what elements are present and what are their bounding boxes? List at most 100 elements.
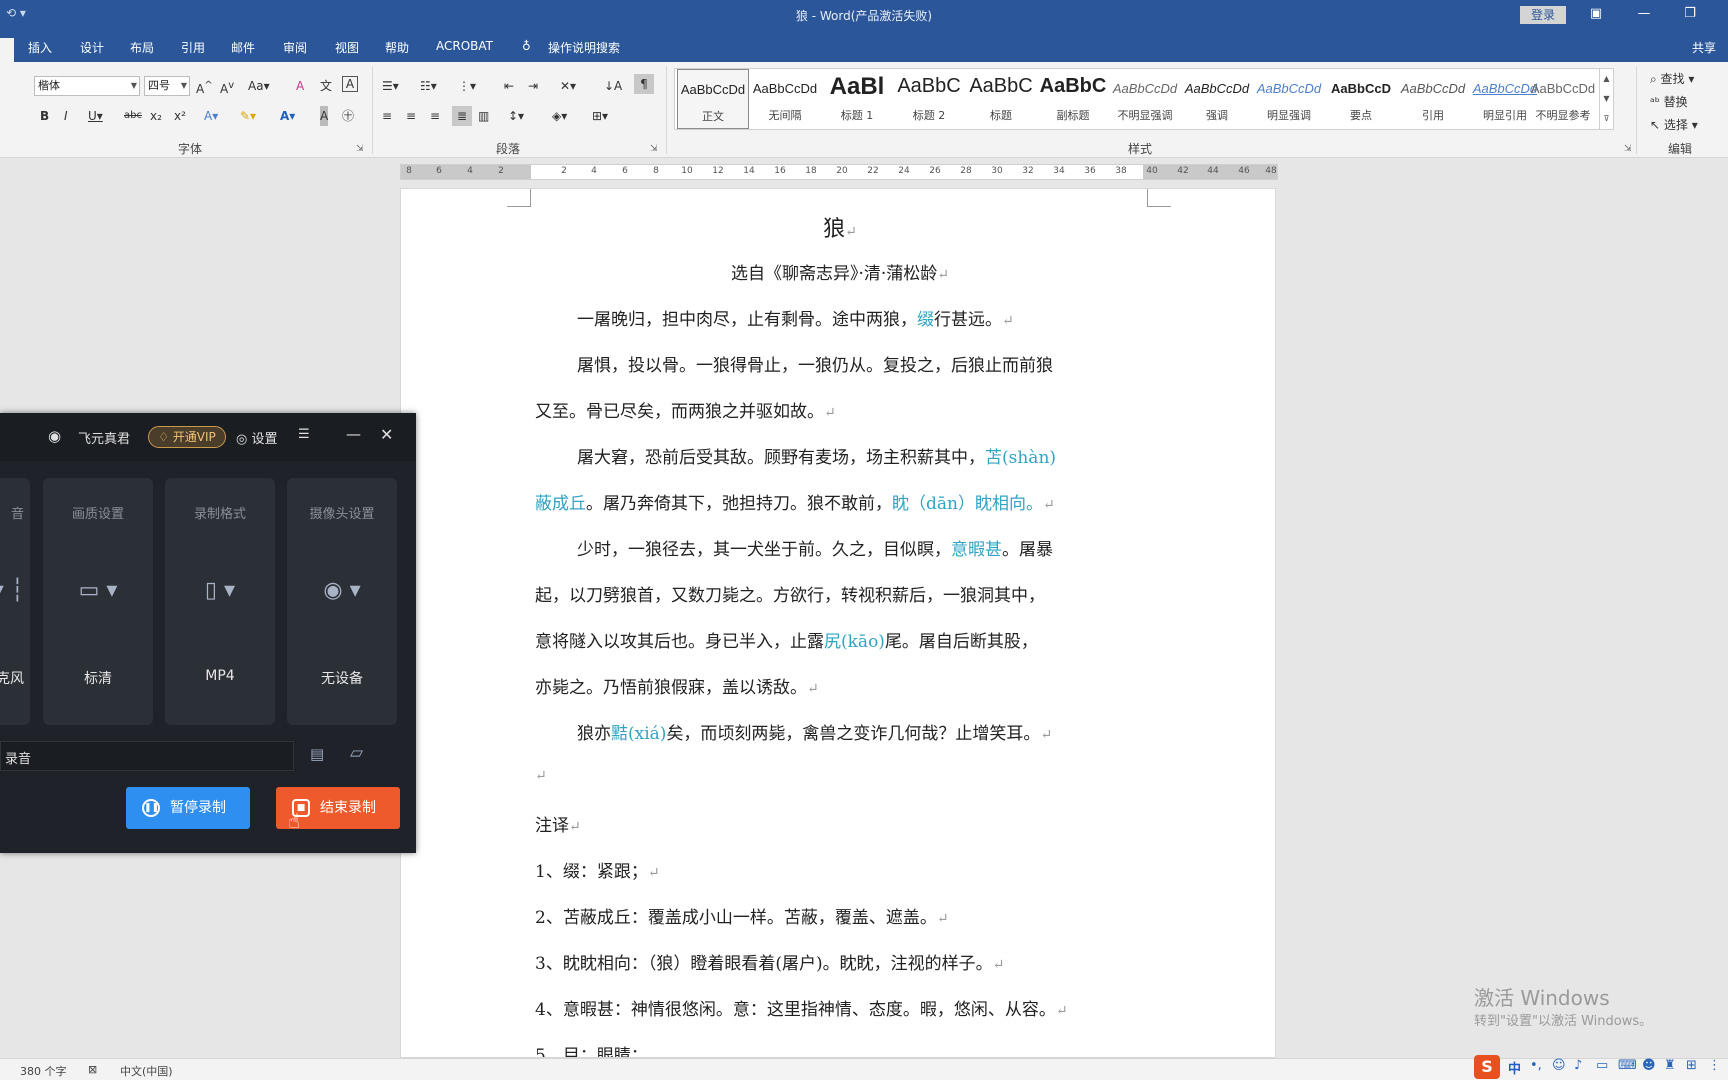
style-quote[interactable]: AaBbCcDd 引用 [1397, 69, 1469, 129]
login-button[interactable]: 登录 [1520, 6, 1566, 24]
style-no-spacing[interactable]: AaBbCcDd 无间隔 [749, 69, 821, 129]
folder-icon[interactable]: ▱ [350, 743, 363, 763]
style-title[interactable]: AaBbC 标题 [965, 69, 1037, 129]
keyboard-icon[interactable]: ⌨ [1618, 1058, 1637, 1073]
align-left-icon[interactable]: ≡ [382, 106, 392, 126]
tab-review[interactable]: 审阅 [283, 39, 307, 56]
horizontal-ruler[interactable]: 8 6 4 2 2 4 6 8 10 12 14 16 18 20 22 24 … [400, 164, 1278, 180]
highlight-icon[interactable]: ✎▾ [240, 106, 256, 126]
webcam-card[interactable]: 摄像头设置 ◉ ▾ 无设备 [287, 478, 397, 725]
select-button[interactable]: ↖ 选择 ▾ [1650, 116, 1698, 133]
font-dialog-launcher-icon[interactable]: ⇲ [356, 144, 364, 154]
sort-icon[interactable]: ↓A [604, 76, 622, 96]
quality-card[interactable]: 画质设置 ▭ ▾ 标清 [43, 478, 153, 725]
shrink-font-icon[interactable]: Av [220, 76, 234, 96]
tab-insert[interactable]: 插入 [28, 39, 52, 56]
tab-layout[interactable]: 布局 [130, 39, 154, 56]
microphone-card[interactable]: 音 ▾ ┆ 克风 [0, 478, 30, 725]
italic-button[interactable]: I [64, 106, 68, 126]
tab-design[interactable]: 设计 [80, 39, 104, 56]
font-color-icon[interactable]: A▾ [280, 106, 295, 126]
phonetic-guide-icon[interactable]: 文 [320, 76, 332, 96]
justify-icon[interactable]: ≣ [452, 106, 472, 126]
user-name[interactable]: 飞元真君 [78, 428, 130, 447]
underline-button[interactable]: U▾ [88, 106, 103, 126]
list-icon[interactable]: ▤ [310, 745, 324, 763]
maximize-button[interactable]: ❐ [1680, 6, 1700, 21]
character-border-icon[interactable]: A [342, 76, 358, 92]
bold-button[interactable]: B [40, 106, 49, 126]
find-button[interactable]: ⌕ 查找 ▾ [1650, 70, 1694, 87]
style-strong[interactable]: AaBbCcD 要点 [1325, 69, 1397, 129]
document-page[interactable]: 狼↵ 选自《聊斋志异》·清·蒲松龄↵ 一屠晚归，担中肉尽，止有剩骨。途中两狼，缀… [400, 188, 1276, 1058]
align-center-icon[interactable]: ≡ [406, 106, 416, 126]
replace-button[interactable]: ᵃᵇ 替换 [1650, 93, 1688, 110]
vip-button[interactable]: ♢ 开通VIP [148, 426, 226, 448]
tab-acrobat[interactable]: ACROBAT [436, 39, 493, 53]
styles-gallery-scroll[interactable]: ▲ ▼ ⊽ [1599, 69, 1613, 129]
grid-icon[interactable]: ⊞ [1686, 1058, 1697, 1073]
change-case-icon[interactable]: Aa▾ [248, 76, 270, 96]
style-subtle-reference[interactable]: AaBbCcDd 不明显参考 [1527, 69, 1599, 129]
word-count[interactable]: 380 个字 [20, 1063, 67, 1079]
align-right-icon[interactable]: ≡ [430, 106, 440, 126]
style-subtitle[interactable]: AaBbC 副标题 [1037, 69, 1109, 129]
settings-button[interactable]: ◎ 设置 [236, 428, 278, 447]
styles-dialog-launcher-icon[interactable]: ⇲ [1624, 144, 1632, 154]
bullets-icon[interactable]: ☰▾ [382, 76, 399, 96]
style-intense-emphasis[interactable]: AaBbCcDd 明显强调 [1253, 69, 1325, 129]
more-icon[interactable]: ⋮ [1708, 1058, 1721, 1073]
font-name-combo[interactable]: 楷体 ▼ [34, 76, 140, 96]
avatar[interactable]: ◉ [48, 427, 61, 445]
punctuation-icon[interactable]: •, [1530, 1058, 1542, 1073]
audio-source-field[interactable]: 录音 [0, 741, 294, 771]
close-icon[interactable]: ✕ [380, 425, 393, 444]
paragraph-dialog-launcher-icon[interactable]: ⇲ [650, 144, 658, 154]
toolbox-icon[interactable]: ▭ [1596, 1058, 1608, 1073]
grow-font-icon[interactable]: A^ [196, 76, 213, 96]
microphone-icon[interactable]: ♪ [1574, 1058, 1582, 1073]
ime-mode[interactable]: 中 [1508, 1058, 1521, 1077]
language-status[interactable]: 中文(中国) [120, 1063, 173, 1079]
style-heading-1[interactable]: AaBl 标题 1 [821, 69, 893, 129]
sogou-ime-icon[interactable]: S [1474, 1055, 1500, 1079]
tab-view[interactable]: 视图 [335, 39, 359, 56]
shading-icon[interactable]: ◈▾ [552, 106, 567, 126]
strikethrough-button[interactable]: abc [124, 106, 142, 126]
multilevel-list-icon[interactable]: ⋮▾ [458, 76, 476, 96]
distributed-icon[interactable]: ▥ [478, 106, 489, 126]
style-subtle-emphasis[interactable]: AaBbCcDd 不明显强调 [1109, 69, 1181, 129]
line-spacing-icon[interactable]: ↕▾ [508, 106, 524, 126]
skin-icon[interactable]: ♜ [1664, 1058, 1676, 1073]
minimize-button[interactable]: — [1634, 6, 1654, 21]
style-normal[interactable]: AaBbCcDd 正文 [677, 69, 749, 129]
clear-formatting-icon[interactable]: A [296, 76, 304, 96]
font-size-combo[interactable]: 四号 ▼ [144, 76, 190, 96]
proofing-icon[interactable]: ⊠ [88, 1063, 97, 1076]
enclose-characters-icon[interactable]: ㊉ [342, 106, 354, 126]
ribbon-display-options-icon[interactable]: ▣ [1586, 6, 1606, 21]
pause-recording-button[interactable]: ❚❚ 暂停录制 [126, 787, 250, 829]
emoji-icon[interactable]: ☺ [1552, 1058, 1566, 1073]
numbering-icon[interactable]: ☷▾ [420, 76, 437, 96]
show-marks-icon[interactable]: ¶ [634, 74, 654, 94]
format-card[interactable]: 录制格式 ▯ ▾ MP4 [165, 478, 275, 725]
tab-mailings[interactable]: 邮件 [231, 39, 255, 56]
tell-me-search[interactable]: 操作说明搜索 [548, 39, 620, 56]
style-emphasis[interactable]: AaBbCcDd 强调 [1181, 69, 1253, 129]
tab-references[interactable]: 引用 [181, 39, 205, 56]
tab-help[interactable]: 帮助 [385, 39, 409, 56]
superscript-button[interactable]: x² [174, 106, 186, 126]
minimize-icon[interactable]: — [346, 425, 361, 443]
tab-home-partial[interactable] [0, 38, 14, 62]
decrease-indent-icon[interactable]: ⇤ [504, 76, 514, 96]
borders-icon[interactable]: ⊞▾ [592, 106, 608, 126]
increase-indent-icon[interactable]: ⇥ [528, 76, 538, 96]
style-heading-2[interactable]: AaBbC 标题 2 [893, 69, 965, 129]
character-shading-icon[interactable]: A [320, 106, 329, 126]
share-button[interactable]: 共享 [1692, 39, 1716, 56]
chinese-layout-icon[interactable]: ✕▾ [560, 76, 576, 96]
subscript-button[interactable]: x₂ [150, 106, 162, 126]
text-effects-icon[interactable]: A▾ [204, 106, 218, 126]
user-icon[interactable]: ☻ [1642, 1058, 1656, 1073]
